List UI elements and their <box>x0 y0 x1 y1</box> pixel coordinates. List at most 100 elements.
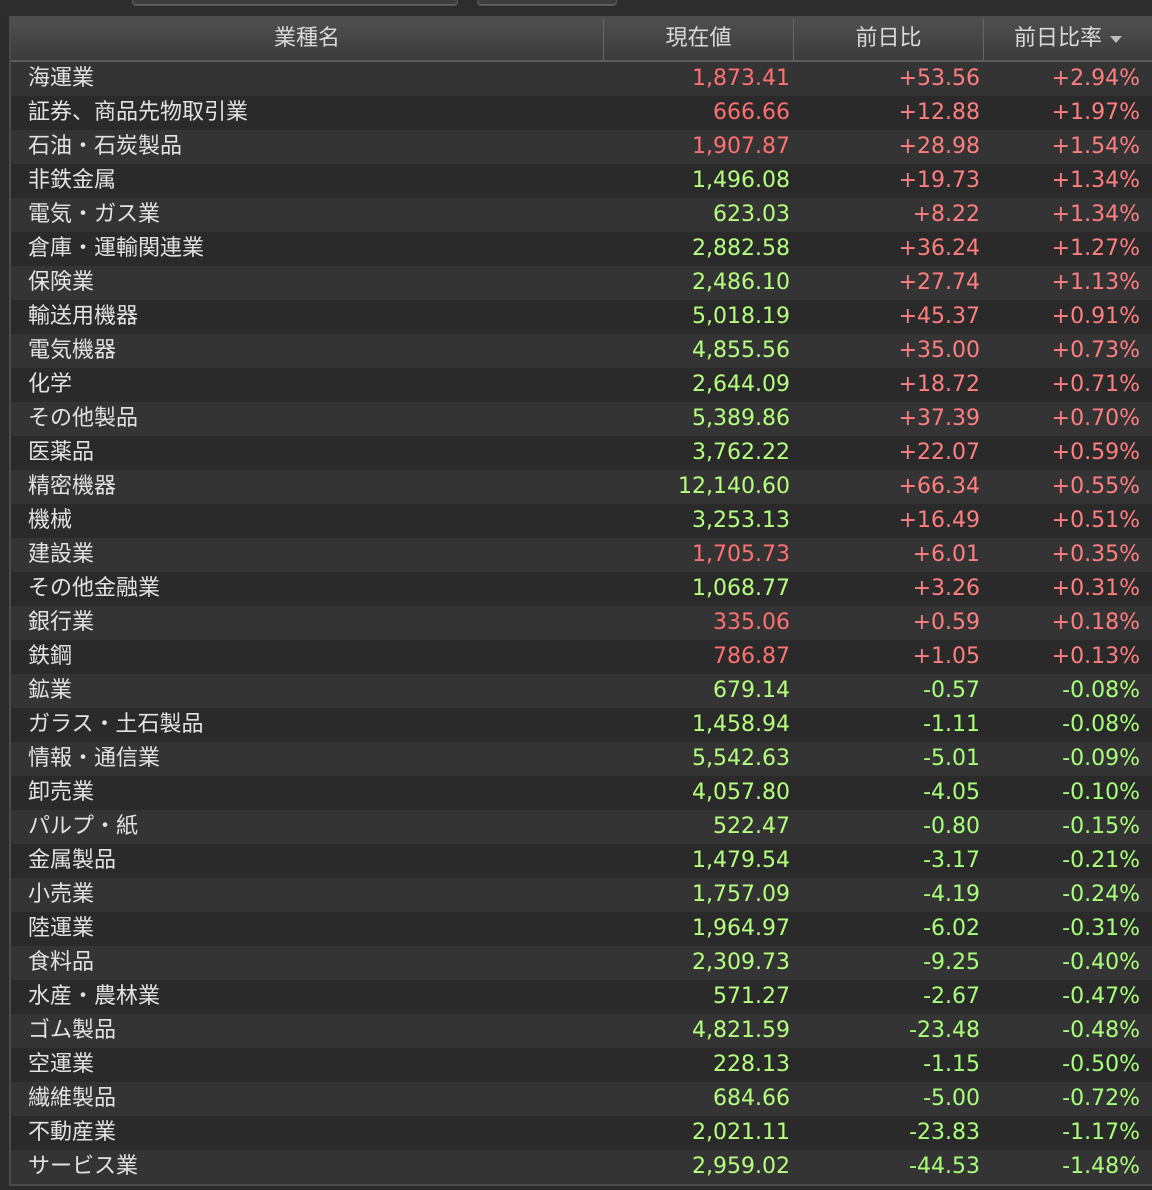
sector-name: 精密機器 <box>28 474 117 499</box>
table-row[interactable]: 繊維製品 684.66 -5.00 -0.72% <box>11 1082 1152 1116</box>
table-row[interactable]: 電気・ガス業 623.03 +8.22 +1.34% <box>11 198 1152 232</box>
price-change: -5.00 <box>923 1086 980 1111</box>
price-change-pct: +1.34% <box>1051 202 1140 227</box>
current-price: 2,021.11 <box>692 1120 790 1145</box>
current-price: 1,068.77 <box>692 576 790 601</box>
current-price: 12,140.60 <box>678 474 790 499</box>
sector-name: 非鉄金属 <box>28 168 117 193</box>
price-change-pct: -0.48% <box>1062 1018 1140 1043</box>
sector-name: 水産・農林業 <box>28 984 161 1009</box>
current-price: 666.66 <box>713 100 790 125</box>
table-row[interactable]: 銀行業 335.06 +0.59 +0.18% <box>11 606 1152 640</box>
table-row[interactable]: 空運業 228.13 -1.15 -0.50% <box>11 1048 1152 1082</box>
sector-name: 小売業 <box>28 882 95 907</box>
table-row[interactable]: 食料品 2,309.73 -9.25 -0.40% <box>11 946 1152 980</box>
table-row[interactable]: 鉄鋼 786.87 +1.05 +0.13% <box>11 640 1152 674</box>
table-row[interactable]: 保険業 2,486.10 +27.74 +1.13% <box>11 266 1152 300</box>
table-row[interactable]: 卸売業 4,057.80 -4.05 -0.10% <box>11 776 1152 810</box>
price-change: -9.25 <box>923 950 980 975</box>
current-price: 684.66 <box>713 1086 790 1111</box>
price-change-pct: -0.09% <box>1062 746 1140 771</box>
table-row[interactable]: 倉庫・運輸関連業 2,882.58 +36.24 +1.27% <box>11 232 1152 266</box>
sort-descending-icon[interactable] <box>1110 35 1122 43</box>
price-change: +35.00 <box>898 338 980 363</box>
price-change-pct: -0.15% <box>1062 814 1140 839</box>
column-header-change[interactable]: 前日比 <box>794 18 984 60</box>
current-price: 1,757.09 <box>692 882 790 907</box>
sector-name: 機械 <box>28 508 73 533</box>
sector-name: 電気機器 <box>28 338 117 363</box>
current-price: 2,882.58 <box>692 236 790 261</box>
sector-name: 空運業 <box>28 1052 95 1077</box>
price-change-pct: -1.17% <box>1062 1120 1140 1145</box>
table-row[interactable]: 小売業 1,757.09 -4.19 -0.24% <box>11 878 1152 912</box>
current-price: 2,959.02 <box>692 1154 790 1179</box>
price-change: +22.07 <box>898 440 980 465</box>
price-change-pct: -0.08% <box>1062 678 1140 703</box>
price-change-pct: -0.47% <box>1062 984 1140 1009</box>
table-row[interactable]: 精密機器 12,140.60 +66.34 +0.55% <box>11 470 1152 504</box>
column-header-current-price[interactable]: 現在値 <box>604 18 794 60</box>
table-row[interactable]: 非鉄金属 1,496.08 +19.73 +1.34% <box>11 164 1152 198</box>
table-row[interactable]: 化学 2,644.09 +18.72 +0.71% <box>11 368 1152 402</box>
current-price: 335.06 <box>713 610 790 635</box>
current-price: 4,855.56 <box>692 338 790 363</box>
current-price: 3,762.22 <box>692 440 790 465</box>
table-row[interactable]: 医薬品 3,762.22 +22.07 +0.59% <box>11 436 1152 470</box>
current-price: 2,644.09 <box>692 372 790 397</box>
table-row[interactable]: 石油・石炭製品 1,907.87 +28.98 +1.54% <box>11 130 1152 164</box>
price-change: +18.72 <box>898 372 980 397</box>
price-change-pct: -0.31% <box>1062 916 1140 941</box>
price-change: +12.88 <box>898 100 980 125</box>
price-change-pct: -1.48% <box>1062 1154 1140 1179</box>
price-change: -23.83 <box>909 1120 980 1145</box>
table-row[interactable]: 水産・農林業 571.27 -2.67 -0.47% <box>11 980 1152 1014</box>
sector-name: 陸運業 <box>28 916 95 941</box>
column-header-change-pct[interactable]: 前日比率 <box>984 18 1152 60</box>
price-change: +8.22 <box>912 202 980 227</box>
toolbar-button[interactable] <box>477 0 617 6</box>
table-row[interactable]: 陸運業 1,964.97 -6.02 -0.31% <box>11 912 1152 946</box>
table-row[interactable]: 電気機器 4,855.56 +35.00 +0.73% <box>11 334 1152 368</box>
price-change: -5.01 <box>923 746 980 771</box>
table-row[interactable]: 機械 3,253.13 +16.49 +0.51% <box>11 504 1152 538</box>
toolbar-dropdown[interactable] <box>132 0 458 6</box>
price-change: -1.15 <box>923 1052 980 1077</box>
table-row[interactable]: 証券、商品先物取引業 666.66 +12.88 +1.97% <box>11 96 1152 130</box>
table-row[interactable]: ゴム製品 4,821.59 -23.48 -0.48% <box>11 1014 1152 1048</box>
price-change-pct: +0.70% <box>1051 406 1140 431</box>
table-row[interactable]: 鉱業 679.14 -0.57 -0.08% <box>11 674 1152 708</box>
price-change-pct: -0.10% <box>1062 780 1140 805</box>
table-row[interactable]: その他製品 5,389.86 +37.39 +0.70% <box>11 402 1152 436</box>
price-change: +37.39 <box>898 406 980 431</box>
current-price: 3,253.13 <box>692 508 790 533</box>
table-row[interactable]: 不動産業 2,021.11 -23.83 -1.17% <box>11 1116 1152 1150</box>
table-row[interactable]: 金属製品 1,479.54 -3.17 -0.21% <box>11 844 1152 878</box>
price-change: +45.37 <box>898 304 980 329</box>
current-price: 1,705.73 <box>692 542 790 567</box>
table-row[interactable]: 輸送用機器 5,018.19 +45.37 +0.91% <box>11 300 1152 334</box>
price-change-pct: +0.91% <box>1051 304 1140 329</box>
table-row[interactable]: 建設業 1,705.73 +6.01 +0.35% <box>11 538 1152 572</box>
table-body: 海運業 1,873.41 +53.56 +2.94% 証券、商品先物取引業 666.66 +… <box>11 62 1152 1184</box>
current-price: 5,389.86 <box>692 406 790 431</box>
sector-name: サービス業 <box>28 1154 139 1179</box>
table-row[interactable]: その他金融業 1,068.77 +3.26 +0.31% <box>11 572 1152 606</box>
table-row[interactable]: 情報・通信業 5,542.63 -5.01 -0.09% <box>11 742 1152 776</box>
price-change: -44.53 <box>909 1154 980 1179</box>
current-price: 1,496.08 <box>692 168 790 193</box>
current-price: 786.87 <box>713 644 790 669</box>
column-header-sector-name[interactable]: 業種名 <box>11 18 604 60</box>
table-row[interactable]: サービス業 2,959.02 -44.53 -1.48% <box>11 1150 1152 1184</box>
price-change: -1.11 <box>923 712 980 737</box>
price-change: -6.02 <box>923 916 980 941</box>
current-price: 1,458.94 <box>692 712 790 737</box>
price-change: +36.24 <box>898 236 980 261</box>
table-row[interactable]: ガラス・土石製品 1,458.94 -1.11 -0.08% <box>11 708 1152 742</box>
table-row[interactable]: パルプ・紙 522.47 -0.80 -0.15% <box>11 810 1152 844</box>
table-row[interactable]: 海運業 1,873.41 +53.56 +2.94% <box>11 62 1152 96</box>
price-change-pct: -0.72% <box>1062 1086 1140 1111</box>
price-change: -4.05 <box>923 780 980 805</box>
price-change: +27.74 <box>898 270 980 295</box>
price-change-pct: +0.51% <box>1051 508 1140 533</box>
